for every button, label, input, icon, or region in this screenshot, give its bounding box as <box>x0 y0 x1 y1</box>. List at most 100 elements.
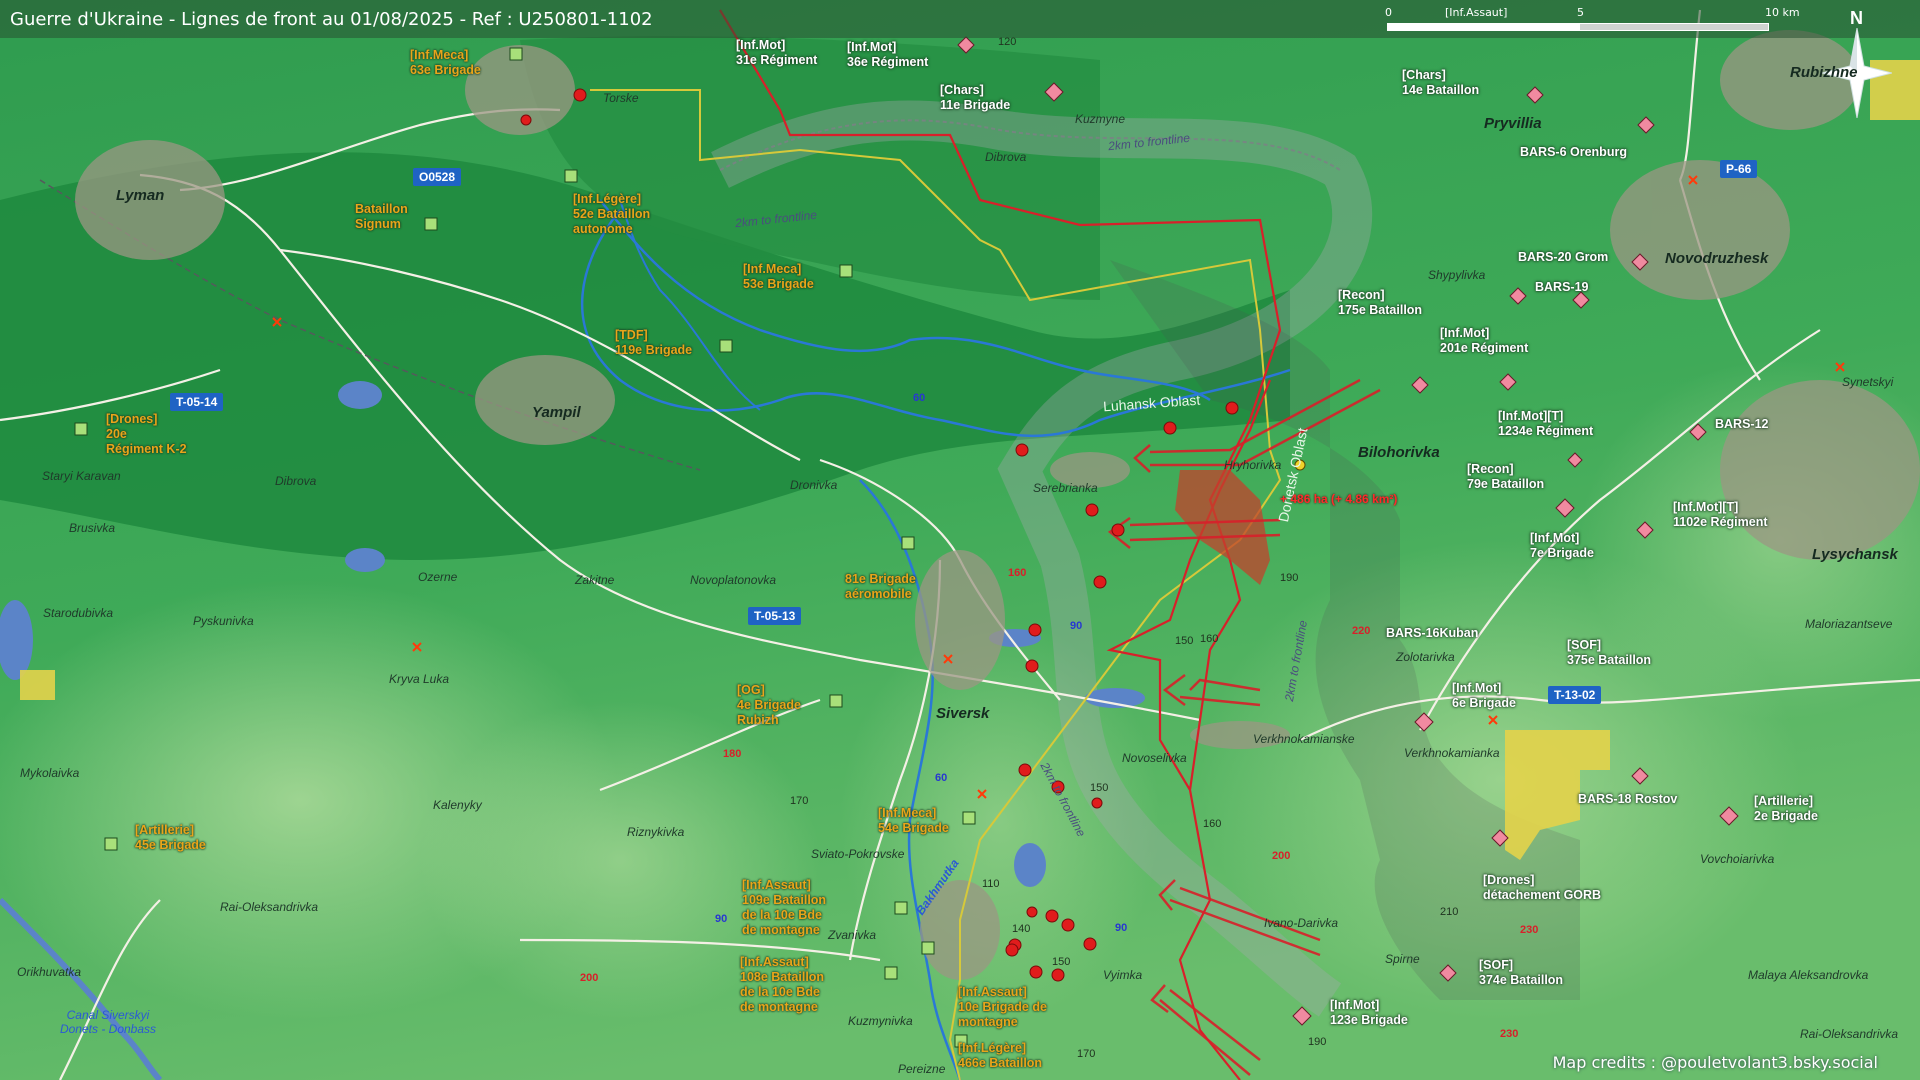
place-vovchoiarivka: Vovchoiarivka <box>1700 852 1775 866</box>
ru-unit: [Artillerie] 2e Brigade <box>1754 794 1818 823</box>
place-dibrova-north: Dibrova <box>985 150 1027 164</box>
elevation-label: 160 <box>1008 567 1027 579</box>
ru-unit: [Inf.Mot] 123e Brigade <box>1330 998 1408 1027</box>
elevation-label: 190 <box>1308 1036 1327 1048</box>
road-shield: T-05-13 <box>748 607 802 625</box>
ua-unit: [Inf.Assaut] 108e Bataillon de la 10e Bde d… <box>740 955 825 1014</box>
ua-unit: [TDF] 119e Brigade <box>615 328 693 357</box>
road-shield: T-05-14 <box>170 393 224 411</box>
map-canvas[interactable] <box>0 0 1920 1080</box>
place-torske: Torske <box>603 91 639 105</box>
elevation-label: 160 <box>1203 818 1222 830</box>
place-orikhuvatka: Orikhuvatka <box>17 965 82 979</box>
ru-unit: [Recon] 79e Bataillon <box>1467 462 1545 491</box>
ua-unit: [Inf.Assaut] 109e Bataillon de la 10e Bde d… <box>742 878 827 937</box>
north-arrow: N <box>1822 8 1892 118</box>
elevation-label: 200 <box>1272 850 1291 862</box>
elevation-label: 150 <box>1090 782 1109 794</box>
ua-unit: [OG] 4e Brigade Rubizh <box>737 683 801 727</box>
ru-unit: [SOF] 374e Bataillon <box>1479 958 1564 987</box>
place-hryhorivka: Hryhorivka <box>1224 458 1282 472</box>
elevation-label: 160 <box>1200 633 1219 645</box>
place-kuzmyne: Kuzmyne <box>1075 112 1126 126</box>
place-brusivka: Brusivka <box>69 521 116 535</box>
ru-unit: [SOF] 375e Bataillon <box>1567 638 1652 667</box>
place-sviato-pokrovske: Sviato-Pokrovske <box>811 847 905 861</box>
ru-unit: [Inf.Mot][T] 1102e Régiment <box>1673 500 1768 529</box>
ua-unit: [Inf.Meca] 63e Brigade <box>410 48 481 77</box>
elevation-label: 190 <box>1280 572 1299 584</box>
ru-unit: BARS-19 <box>1535 280 1589 294</box>
map-credits: Map credits : @pouletvolant3.bsky.social <box>1552 1053 1878 1072</box>
place-zolotarivka: Zolotarivka <box>1396 650 1455 664</box>
place-zvanivka: Zvanivka <box>828 928 877 942</box>
place-yampil: Yampil <box>532 404 581 421</box>
ua-unit: Bataillon Signum <box>355 202 408 231</box>
ua-unit: 81e Brigade aéromobile <box>845 572 916 601</box>
place-kalenyky: Kalenyky <box>433 798 482 812</box>
ru-unit: [Chars] 11e Brigade <box>940 83 1011 112</box>
place-lyman: Lyman <box>116 187 165 204</box>
place-zakitne: Zakitne <box>575 573 615 587</box>
ru-unit: [Inf.Mot] 31e Régiment <box>736 38 818 67</box>
ru-unit: BARS-6 Orenburg <box>1520 145 1627 159</box>
place-serebrianka: Serebrianka <box>1033 481 1098 495</box>
place-pereizne: Pereizne <box>898 1062 946 1076</box>
road-number: 90 <box>715 913 728 925</box>
place-kuzmynivka: Kuzmynivka <box>848 1014 913 1028</box>
elevation-label: 120 <box>998 36 1017 48</box>
road-number: 90 <box>1070 620 1083 632</box>
ua-unit: [Artillerie] 45e Brigade <box>135 823 206 852</box>
lake <box>345 548 385 572</box>
elevation-label: 170 <box>790 795 809 807</box>
place-starodubivka: Starodubivka <box>43 606 114 620</box>
place-pryvillia: Pryvillia <box>1484 115 1542 132</box>
ru-unit: [Inf.Mot] 201e Régiment <box>1440 326 1529 355</box>
lake <box>338 381 382 409</box>
north-label: N <box>1850 8 1863 28</box>
place-pyskunivka: Pyskunivka <box>193 614 254 628</box>
road-number: 60 <box>913 392 926 404</box>
scale-label-10: 10 km <box>1765 6 1800 19</box>
captured-area-label: + 486 ha (+ 4.86 km²) <box>1280 492 1398 506</box>
elevation-label: 210 <box>1440 906 1459 918</box>
place-staryi-karavan: Staryi Karavan <box>42 469 121 483</box>
elevation-label: 110 <box>982 878 1000 890</box>
place-novoselivka: Novoselivka <box>1122 751 1187 765</box>
lake <box>1014 843 1046 887</box>
ua-unit: [Inf.Meca] 54e Brigade <box>878 806 949 835</box>
ru-unit: [Chars] 14e Bataillon <box>1402 68 1480 97</box>
elevation-label: 220 <box>1352 625 1371 637</box>
elevation-label: 200 <box>580 972 599 984</box>
ua-unit: [Drones] 20e Régiment K-2 <box>106 412 187 456</box>
ua-unit: [Inf.Meca] 53e Brigade <box>743 262 814 291</box>
ru-unit: [Inf.Mot] 36e Régiment <box>847 40 929 69</box>
place-dibrova-west: Dibrova <box>275 474 317 488</box>
elevation-label: 170 <box>1077 1048 1096 1060</box>
scale-bar: 0 [Inf.Assaut] 5 10 km <box>1385 6 1805 36</box>
ru-unit: [Inf.Mot][T] 1234e Régiment <box>1498 409 1594 438</box>
place-rai-oleksandrivka-east: Rai-Oleksandrivka <box>1800 1027 1899 1041</box>
scale-segment-white <box>1387 23 1579 31</box>
scale-label-0: 0 <box>1385 6 1392 19</box>
elevation-label: 150 <box>1052 956 1071 968</box>
elevation-label: 150 <box>1175 635 1194 647</box>
place-vyimka: Vyimka <box>1103 968 1143 982</box>
place-novoplatonovka: Novoplatonovka <box>690 573 777 587</box>
ua-unit: [Inf.Assaut] 10e Brigade de montagne <box>958 985 1047 1029</box>
road-shield: O0528 <box>413 168 462 186</box>
place-rai-oleksandrivka: Rai-Oleksandrivka <box>220 900 319 914</box>
ru-unit: [Inf.Mot] 7e Brigade <box>1530 531 1594 560</box>
place-rubizhne: Rubizhne <box>1790 64 1858 81</box>
place-spirne: Spirne <box>1385 952 1420 966</box>
place-riznykivka: Riznykivka <box>627 825 685 839</box>
scale-label-mid: [Inf.Assaut] <box>1445 6 1508 19</box>
place-dronivka: Dronivka <box>790 478 838 492</box>
elevation-label: 230 <box>1520 924 1539 936</box>
scale-label-5: 5 <box>1577 6 1584 19</box>
place-shypylivka: Shypylivka <box>1428 268 1486 282</box>
place-bilohorivka: Bilohorivka <box>1358 444 1440 461</box>
ua-unit: [Inf.Légère] 52e Bataillon autonome <box>573 192 651 236</box>
ru-unit: BARS-12 <box>1715 417 1769 431</box>
ru-unit: BARS-20 Grom <box>1518 250 1609 264</box>
